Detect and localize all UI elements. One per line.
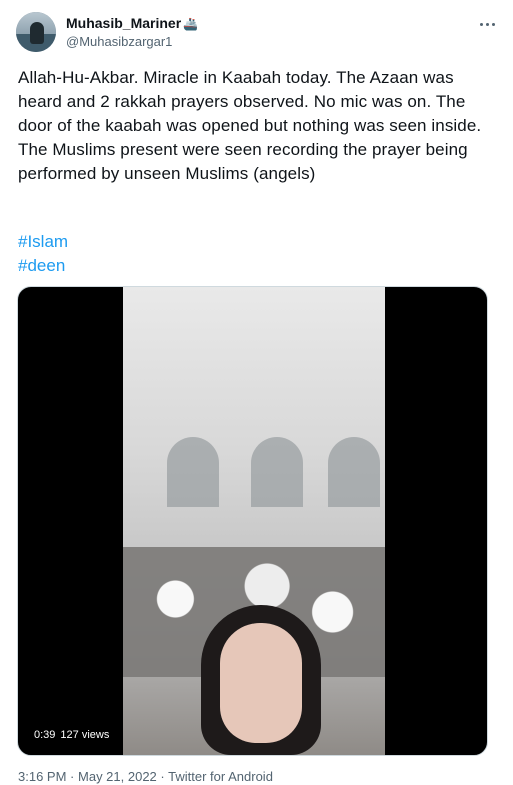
user-handle[interactable]: @Muhasibzargar1 <box>66 33 198 51</box>
arch-right <box>328 437 380 507</box>
video-player[interactable]: 0:39 127 views <box>17 286 488 756</box>
tweet-time[interactable]: 3:16 PM <box>18 769 66 784</box>
video-thumbnail <box>123 287 385 755</box>
avatar[interactable] <box>16 12 56 52</box>
avatar-person <box>30 22 44 44</box>
woman-face <box>220 623 302 743</box>
meta-separator: · <box>70 769 75 784</box>
display-name-row[interactable]: Muhasib_Mariner 🚢 <box>66 14 198 33</box>
hashtag-deen[interactable]: #deen <box>18 254 68 278</box>
video-views: 127 views <box>60 729 110 741</box>
video-duration: 0:39 <box>34 729 56 741</box>
tweet-source[interactable]: Twitter for Android <box>168 769 273 784</box>
tweet-date[interactable]: May 21, 2022 <box>78 769 157 784</box>
video-meta-badge: 0:39 127 views <box>30 727 119 743</box>
meta-separator-2: · <box>160 769 165 784</box>
hashtag-islam[interactable]: #Islam <box>18 230 68 254</box>
more-options-icon[interactable] <box>475 12 499 36</box>
arch-middle <box>251 437 303 507</box>
hashtags: #Islam #deen <box>18 230 68 278</box>
display-name[interactable]: Muhasib_Mariner <box>66 15 181 31</box>
ship-icon: 🚢 <box>183 17 199 31</box>
arch-left <box>167 437 219 507</box>
tweet-text: Allah-Hu-Akbar. Miracle in Kaabah today.… <box>18 68 482 183</box>
user-block: Muhasib_Mariner 🚢 @Muhasibzargar1 <box>66 14 198 51</box>
